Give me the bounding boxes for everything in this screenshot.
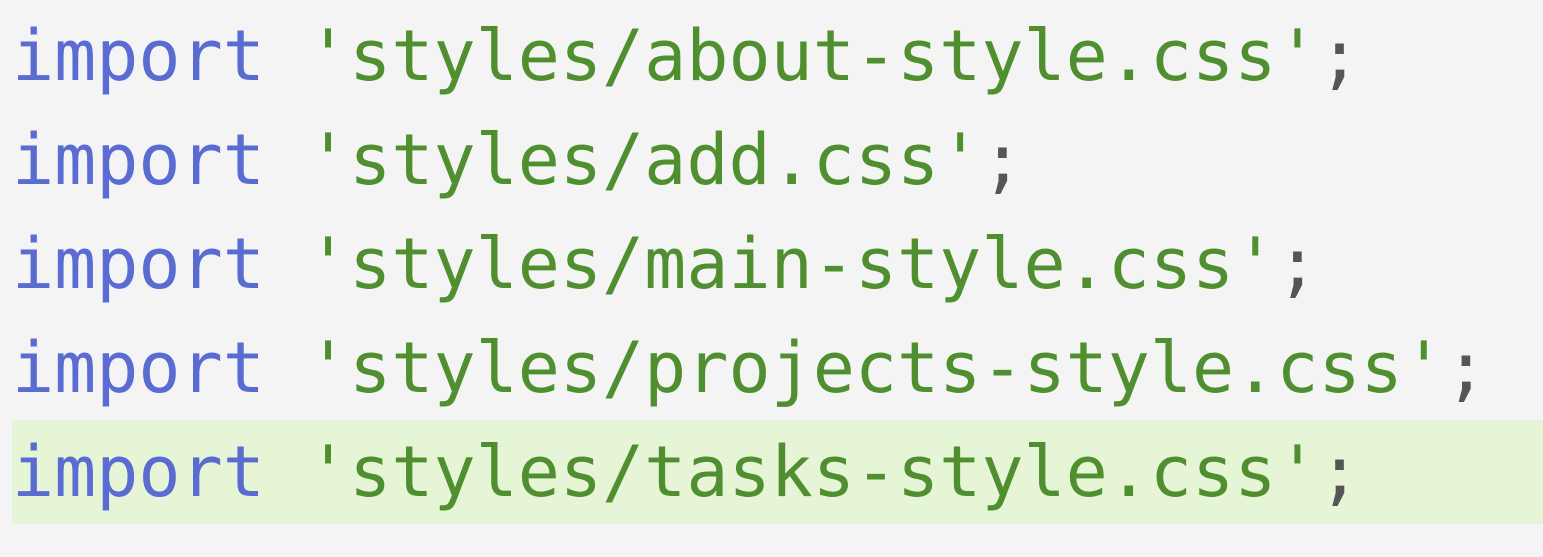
import-path-string: 'styles/tasks-style.css' — [307, 431, 1319, 513]
code-line-4[interactable]: import 'styles/projects-style.css'; — [12, 316, 1543, 420]
code-line-5-highlighted[interactable]: import 'styles/tasks-style.css'; — [12, 420, 1543, 524]
semicolon: ; — [981, 119, 1024, 201]
import-keyword: import — [12, 431, 265, 513]
import-path-string: 'styles/add.css' — [307, 119, 982, 201]
code-editor[interactable]: import 'styles/about-style.css'; import … — [0, 0, 1543, 557]
code-line-1[interactable]: import 'styles/about-style.css'; — [12, 4, 1543, 108]
semicolon: ; — [1276, 223, 1319, 305]
import-keyword: import — [12, 119, 265, 201]
import-path-string: 'styles/main-style.css' — [307, 223, 1277, 305]
import-keyword: import — [12, 327, 265, 409]
import-path-string: 'styles/about-style.css' — [307, 15, 1319, 97]
semicolon: ; — [1444, 327, 1488, 409]
import-path-string: 'styles/projects-style.css' — [307, 327, 1445, 409]
import-keyword: import — [12, 223, 265, 305]
import-keyword: import — [12, 15, 265, 97]
code-line-2[interactable]: import 'styles/add.css'; — [12, 108, 1543, 212]
semicolon: ; — [1318, 15, 1361, 97]
code-line-3[interactable]: import 'styles/main-style.css'; — [12, 212, 1543, 316]
semicolon: ; — [1318, 431, 1361, 513]
